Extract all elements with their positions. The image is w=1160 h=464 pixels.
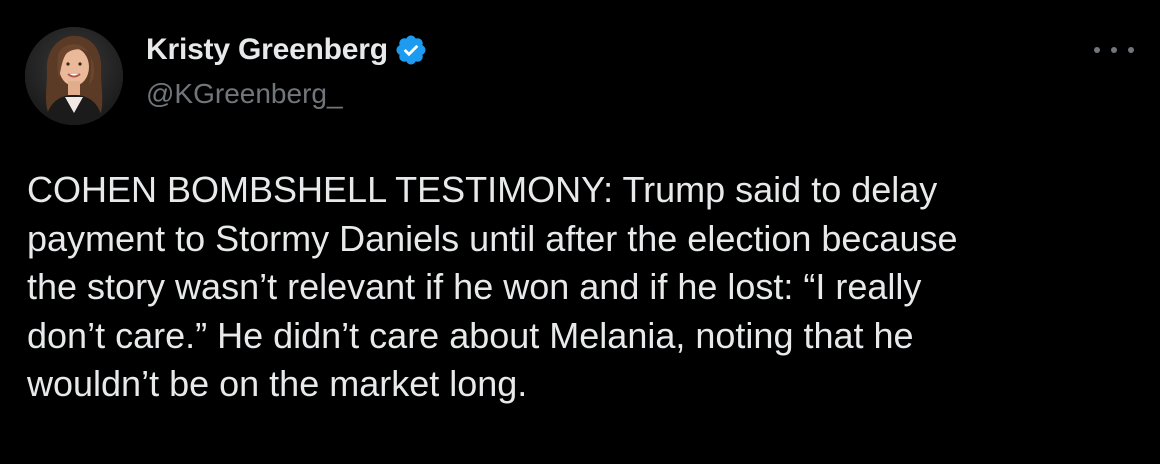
display-name[interactable]: Kristy Greenberg xyxy=(146,33,388,67)
tweet-text: COHEN BOMBSHELL TESTIMONY: Trump said to… xyxy=(27,166,1132,409)
more-dot xyxy=(1128,47,1134,53)
more-options-icon[interactable] xyxy=(1094,40,1134,60)
tweet-text-line: wouldn’t be on the market long. xyxy=(27,363,528,404)
tweet-text-line: don’t care.” He didn’t care about Melani… xyxy=(27,314,914,356)
tweet-text-line: COHEN BOMBSHELL TESTIMONY: Trump said to… xyxy=(27,169,938,210)
more-dot xyxy=(1111,47,1117,53)
name-row: Kristy Greenberg xyxy=(146,30,428,70)
author-block: Kristy Greenberg @KGreenberg_ xyxy=(146,30,428,110)
verified-badge-icon xyxy=(394,33,428,67)
user-handle[interactable]: @KGreenberg_ xyxy=(146,78,428,110)
tweet-text-line: payment to Stormy Daniels until after th… xyxy=(27,217,958,259)
tweet-text-line: the story wasn’t relevant if he won and … xyxy=(27,266,922,307)
tweet-card: Kristy Greenberg @KGreenberg_ COHEN BOMB… xyxy=(0,0,1160,464)
avatar[interactable] xyxy=(25,27,123,125)
avatar-image xyxy=(25,27,123,125)
more-dot xyxy=(1094,47,1100,53)
